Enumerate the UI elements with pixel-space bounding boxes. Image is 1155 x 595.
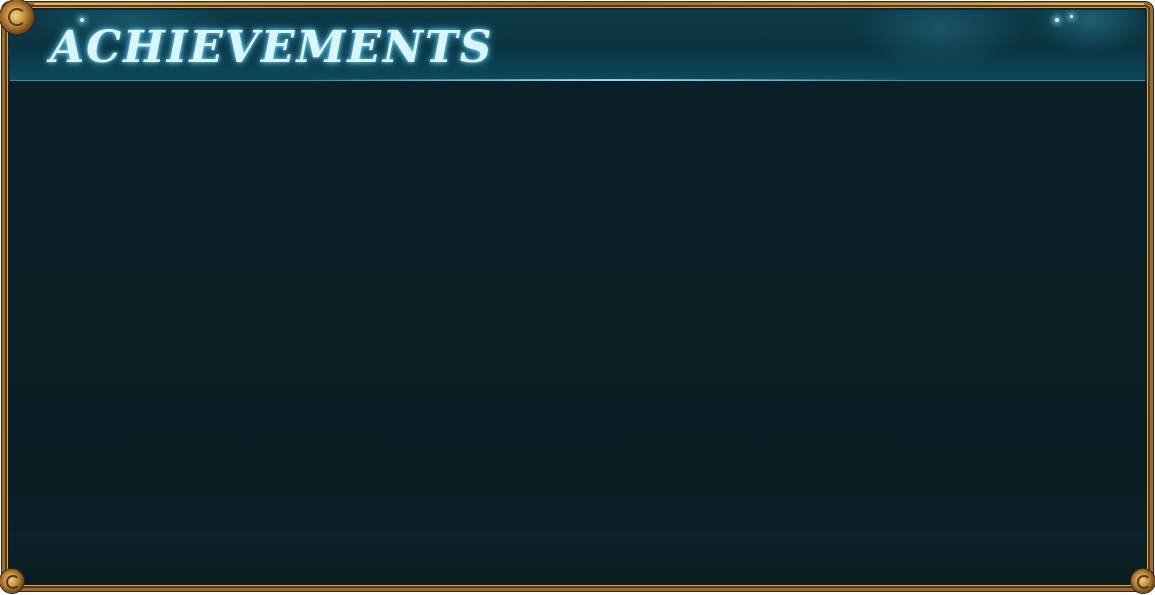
frame-top-trim: [34, 3, 1144, 5]
achievements-content-area: [10, 81, 1145, 583]
spiral-scroll-icon: [0, 569, 24, 593]
header-sparkle: [1055, 18, 1059, 22]
panel-header: ACHIEVEMENTS: [10, 10, 1145, 81]
header-sparkle: [1070, 15, 1073, 18]
spiral-scroll-icon: [1131, 569, 1155, 593]
achievements-panel: ACHIEVEMENTS: [2, 2, 1153, 591]
content-footer-strip: [10, 534, 1145, 583]
spiral-scroll-icon: [0, 0, 34, 34]
page-title: ACHIEVEMENTS: [50, 22, 494, 73]
